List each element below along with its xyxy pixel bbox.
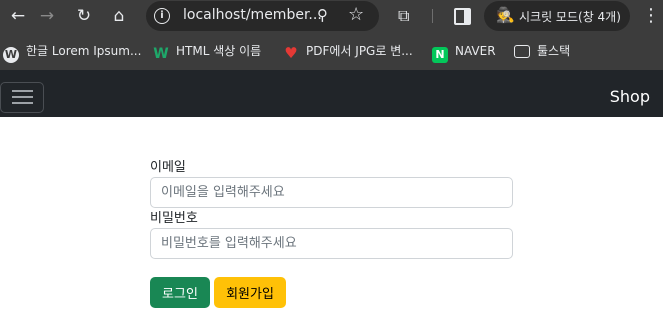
bookmark-label: PDF에서 JPG로 변... xyxy=(306,44,413,58)
bookmark-label: NAVER xyxy=(455,44,496,58)
bookmark-pdf-jpg[interactable]: ♥ PDF에서 JPG로 변... xyxy=(283,42,413,62)
bookmark-label: 한글 Lorem Ipsum... xyxy=(26,44,142,58)
incognito-badge[interactable]: 🕵 시크릿 모드(창 4개) xyxy=(484,1,630,31)
login-button[interactable]: 로그인 xyxy=(150,277,210,308)
home-icon[interactable]: ⌂ xyxy=(109,6,129,26)
browser-toolbar: ← → ↻ ⌂ i localhost/member... ⚲ ☆ ⧉ 🕵 시크… xyxy=(0,0,663,32)
bookmarks-bar: W 한글 Lorem Ipsum... W HTML 색상 이름 ♥ PDF에서 JP… xyxy=(0,32,663,70)
hamburger-icon xyxy=(12,90,33,92)
password-label: 비밀번호 xyxy=(150,211,198,226)
forward-icon[interactable]: → xyxy=(37,6,57,26)
bookmark-lorem[interactable]: W 한글 Lorem Ipsum... xyxy=(3,42,142,63)
incognito-label: 시크릿 모드(창 4개) xyxy=(519,10,621,24)
more-icon[interactable]: ⋮ xyxy=(642,5,660,26)
incognito-icon: 🕵 xyxy=(496,6,515,24)
zoom-icon[interactable]: ⚲ xyxy=(317,6,328,24)
login-form: 이메일 비밀번호 xyxy=(150,159,513,259)
w-logo-icon: W xyxy=(153,46,169,62)
bookmark-html-colors[interactable]: W HTML 색상 이름 xyxy=(153,42,262,62)
site-navbar: Shop xyxy=(0,70,663,117)
signup-button[interactable]: 회원가입 xyxy=(214,277,286,308)
navbar-brand[interactable]: Shop xyxy=(610,87,650,106)
address-bar[interactable]: i localhost/member... ⚲ ☆ xyxy=(146,1,379,31)
folder-icon xyxy=(514,45,530,58)
star-icon[interactable]: ☆ xyxy=(348,4,364,25)
side-panel-icon[interactable] xyxy=(454,8,471,25)
extensions-icon[interactable]: ⧉ xyxy=(398,6,409,26)
bookmark-naver[interactable]: N NAVER xyxy=(432,42,496,63)
naver-icon: N xyxy=(432,47,448,63)
heart-icon: ♥ xyxy=(284,44,298,62)
bookmark-folder[interactable]: 툴스택 xyxy=(514,42,570,60)
bookmark-label: HTML 색상 이름 xyxy=(176,44,262,58)
back-icon[interactable]: ← xyxy=(8,6,28,26)
bookmark-label: 툴스택 xyxy=(537,44,571,58)
url-text[interactable]: localhost/member... xyxy=(183,7,322,23)
reload-icon[interactable]: ↻ xyxy=(74,6,94,26)
navbar-toggler[interactable] xyxy=(0,82,44,113)
toolbar-divider xyxy=(432,9,433,23)
wordpress-icon: W xyxy=(3,47,19,63)
email-label: 이메일 xyxy=(150,160,186,175)
email-field[interactable] xyxy=(150,177,513,208)
info-icon[interactable]: i xyxy=(154,8,170,24)
password-field[interactable] xyxy=(150,228,513,259)
